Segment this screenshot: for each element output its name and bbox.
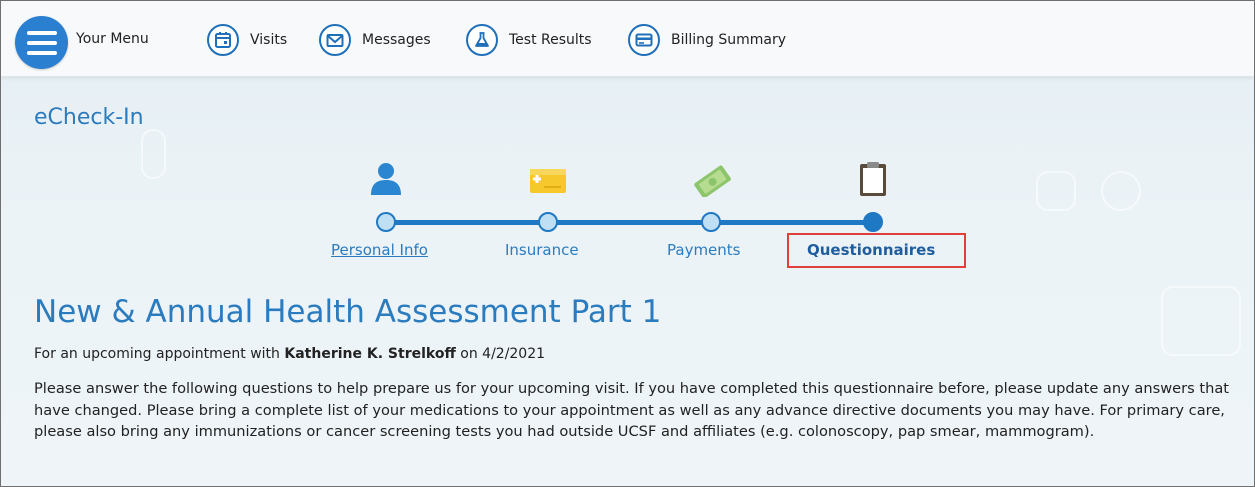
step-payments-label[interactable]: Payments — [667, 241, 740, 259]
nav-billing-summary-label: Billing Summary — [671, 32, 787, 48]
questionnaire-instructions: Please answer the following questions to… — [34, 380, 1229, 440]
nav-test-results-label: Test Results — [509, 32, 592, 48]
step-dot-insurance — [538, 212, 558, 232]
money-icon — [692, 161, 732, 199]
your-menu-button[interactable]: Your Menu — [8, 1, 149, 77]
envelope-icon — [319, 24, 351, 56]
date-prefix: on — [460, 346, 478, 362]
top-navigation-bar: Your Menu Visits Messages Test Results B… — [1, 1, 1254, 77]
nav-billing-summary[interactable]: Billing Summary — [628, 21, 786, 59]
provider-name: Katherine K. Strelkoff — [284, 346, 456, 362]
step-dot-questionnaires — [863, 212, 883, 232]
insurance-card-icon — [529, 161, 567, 197]
nav-visits-label: Visits — [250, 32, 288, 48]
appointment-prefix: For an upcoming appointment with — [34, 346, 280, 362]
flask-icon — [466, 24, 498, 56]
step-dot-personal-info — [376, 212, 396, 232]
nav-test-results[interactable]: Test Results — [466, 21, 592, 59]
nav-messages[interactable]: Messages — [319, 21, 431, 59]
echeckin-progress-stepper: Personal Info Insurance Payments Questio… — [1, 161, 1254, 271]
nav-messages-label: Messages — [362, 32, 431, 48]
your-menu-label: Your Menu — [76, 31, 149, 47]
progress-track — [385, 220, 873, 225]
questionnaire-heading: New & Annual Health Assessment Part 1 — [34, 294, 662, 330]
credit-card-icon — [628, 24, 660, 56]
person-icon — [368, 161, 404, 197]
step-insurance-label[interactable]: Insurance — [505, 241, 579, 259]
step-dot-payments — [701, 212, 721, 232]
page-title: eCheck-In — [34, 105, 144, 130]
calendar-icon — [207, 24, 239, 56]
nav-visits[interactable]: Visits — [207, 21, 287, 59]
appointment-date: 4/2/2021 — [482, 346, 546, 362]
current-step-highlight — [787, 233, 966, 268]
appointment-info: For an upcoming appointment with Katheri… — [34, 346, 545, 362]
clipboard-icon — [858, 161, 888, 197]
page-frame: Your Menu Visits Messages Test Results B… — [0, 0, 1255, 487]
step-personal-info-link[interactable]: Personal Info — [331, 241, 428, 259]
background-decoration — [1161, 286, 1241, 356]
hamburger-menu-icon[interactable] — [15, 16, 68, 69]
